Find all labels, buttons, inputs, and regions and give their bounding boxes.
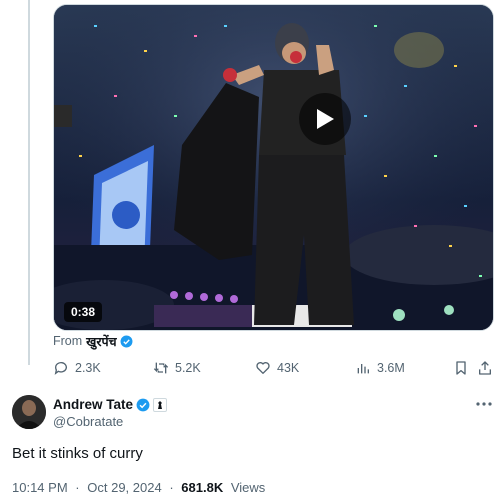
reply-author: Andrew Tate [53,397,168,412]
reply-icon [54,362,67,375]
meta-separator: · [169,480,174,495]
display-name[interactable]: Andrew Tate [53,397,133,412]
meta-separator: · [75,480,80,495]
tweet-action-bar: 2.3K 5.2K 43K 3.6M [53,358,494,378]
reply-count: 2.3K [75,361,101,375]
like-button[interactable]: 43K [255,358,299,378]
share-icon [479,361,491,375]
user-handle[interactable]: @Cobratate [53,414,123,429]
analytics-icon [357,364,369,374]
video-player[interactable]: 0:38 [53,4,494,331]
video-thumbnail [54,5,493,330]
avatar[interactable] [12,395,46,429]
attribution-label: From [53,334,83,348]
timestamp-time[interactable]: 10:14 PM [12,480,68,495]
reply-button[interactable]: 2.3K [53,358,101,378]
bookmark-button[interactable] [451,358,471,378]
verified-badge-icon [136,398,150,411]
avatar-image [12,395,46,429]
more-options-button[interactable] [474,396,494,412]
chess-piece-icon [158,400,163,409]
reply-metadata: 10:14 PM · Oct 29, 2024 · 681.8K Views [12,480,265,495]
video-attribution: From खुरपेंच [53,333,133,349]
thread-line [28,0,30,365]
play-button[interactable] [299,93,351,145]
like-count: 43K [277,361,300,375]
more-icon [476,402,492,406]
repost-button[interactable]: 5.2K [153,358,201,378]
bookmark-icon [456,361,466,375]
play-icon [317,109,334,129]
timestamp-date[interactable]: Oct 29, 2024 [87,480,161,495]
repost-icon [153,362,169,374]
video-duration: 0:38 [64,302,103,322]
reply-views-count: 681.8K [181,480,224,495]
attribution-source-link[interactable]: खुरपेंच [86,333,116,350]
views-count: 3.6M [377,361,405,375]
affiliation-badge[interactable] [153,397,168,412]
views-button[interactable]: 3.6M [355,358,405,378]
reply-views-label: Views [230,480,266,495]
repost-count: 5.2K [175,361,201,375]
verified-badge-icon [120,335,133,347]
heart-icon [256,362,270,374]
share-button[interactable] [475,358,495,378]
reply-text: Bet it stinks of curry [12,445,143,462]
